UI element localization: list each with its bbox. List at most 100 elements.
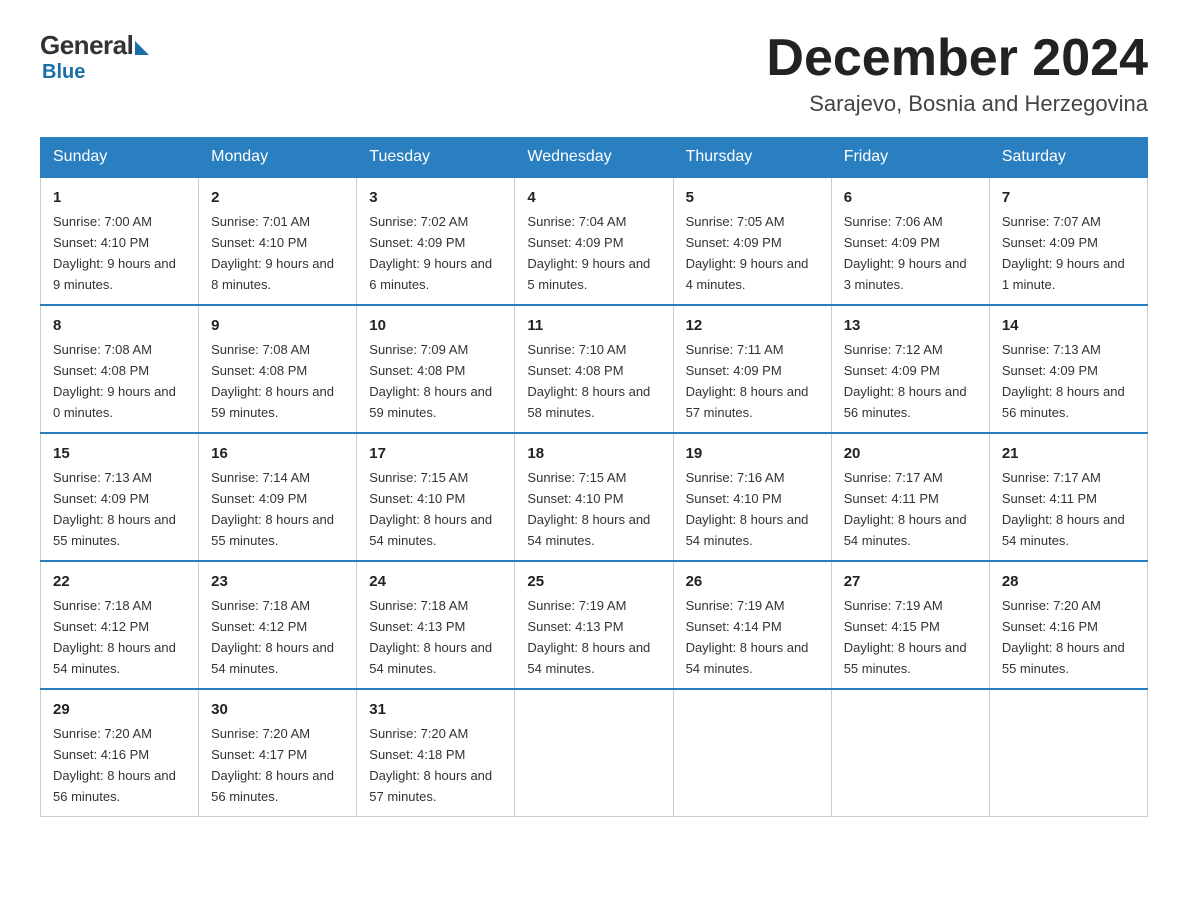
day-number: 10	[369, 314, 502, 337]
day-number: 31	[369, 698, 502, 721]
day-number: 25	[527, 570, 660, 593]
table-row: 5 Sunrise: 7:05 AMSunset: 4:09 PMDayligh…	[673, 177, 831, 305]
day-info: Sunrise: 7:15 AMSunset: 4:10 PMDaylight:…	[527, 470, 650, 548]
day-number: 24	[369, 570, 502, 593]
day-info: Sunrise: 7:19 AMSunset: 4:13 PMDaylight:…	[527, 598, 650, 676]
table-row: 6 Sunrise: 7:06 AMSunset: 4:09 PMDayligh…	[831, 177, 989, 305]
day-number: 3	[369, 186, 502, 209]
table-row	[831, 689, 989, 816]
day-info: Sunrise: 7:07 AMSunset: 4:09 PMDaylight:…	[1002, 214, 1125, 292]
day-number: 9	[211, 314, 344, 337]
day-info: Sunrise: 7:16 AMSunset: 4:10 PMDaylight:…	[686, 470, 809, 548]
day-number: 1	[53, 186, 186, 209]
calendar-week-row: 15 Sunrise: 7:13 AMSunset: 4:09 PMDaylig…	[41, 433, 1148, 561]
day-info: Sunrise: 7:06 AMSunset: 4:09 PMDaylight:…	[844, 214, 967, 292]
day-info: Sunrise: 7:11 AMSunset: 4:09 PMDaylight:…	[686, 342, 809, 420]
table-row: 16 Sunrise: 7:14 AMSunset: 4:09 PMDaylig…	[199, 433, 357, 561]
table-row: 27 Sunrise: 7:19 AMSunset: 4:15 PMDaylig…	[831, 561, 989, 689]
header-friday: Friday	[831, 138, 989, 178]
table-row: 24 Sunrise: 7:18 AMSunset: 4:13 PMDaylig…	[357, 561, 515, 689]
table-row: 3 Sunrise: 7:02 AMSunset: 4:09 PMDayligh…	[357, 177, 515, 305]
day-number: 20	[844, 442, 977, 465]
day-info: Sunrise: 7:20 AMSunset: 4:17 PMDaylight:…	[211, 726, 334, 804]
day-info: Sunrise: 7:08 AMSunset: 4:08 PMDaylight:…	[211, 342, 334, 420]
table-row: 12 Sunrise: 7:11 AMSunset: 4:09 PMDaylig…	[673, 305, 831, 433]
calendar-week-row: 22 Sunrise: 7:18 AMSunset: 4:12 PMDaylig…	[41, 561, 1148, 689]
table-row: 26 Sunrise: 7:19 AMSunset: 4:14 PMDaylig…	[673, 561, 831, 689]
day-number: 6	[844, 186, 977, 209]
table-row: 13 Sunrise: 7:12 AMSunset: 4:09 PMDaylig…	[831, 305, 989, 433]
table-row	[515, 689, 673, 816]
logo: General Blue	[40, 30, 149, 84]
day-info: Sunrise: 7:05 AMSunset: 4:09 PMDaylight:…	[686, 214, 809, 292]
day-info: Sunrise: 7:08 AMSunset: 4:08 PMDaylight:…	[53, 342, 176, 420]
calendar-table: Sunday Monday Tuesday Wednesday Thursday…	[40, 137, 1148, 817]
day-number: 13	[844, 314, 977, 337]
table-row: 21 Sunrise: 7:17 AMSunset: 4:11 PMDaylig…	[989, 433, 1147, 561]
day-number: 16	[211, 442, 344, 465]
table-row: 31 Sunrise: 7:20 AMSunset: 4:18 PMDaylig…	[357, 689, 515, 816]
day-number: 5	[686, 186, 819, 209]
logo-triangle-icon	[135, 41, 149, 55]
day-number: 27	[844, 570, 977, 593]
table-row: 19 Sunrise: 7:16 AMSunset: 4:10 PMDaylig…	[673, 433, 831, 561]
header-monday: Monday	[199, 138, 357, 178]
day-number: 28	[1002, 570, 1135, 593]
table-row: 10 Sunrise: 7:09 AMSunset: 4:08 PMDaylig…	[357, 305, 515, 433]
day-number: 15	[53, 442, 186, 465]
day-info: Sunrise: 7:10 AMSunset: 4:08 PMDaylight:…	[527, 342, 650, 420]
header-wednesday: Wednesday	[515, 138, 673, 178]
day-info: Sunrise: 7:19 AMSunset: 4:15 PMDaylight:…	[844, 598, 967, 676]
table-row: 8 Sunrise: 7:08 AMSunset: 4:08 PMDayligh…	[41, 305, 199, 433]
logo-general-text: General	[40, 30, 133, 61]
day-info: Sunrise: 7:14 AMSunset: 4:09 PMDaylight:…	[211, 470, 334, 548]
table-row: 25 Sunrise: 7:19 AMSunset: 4:13 PMDaylig…	[515, 561, 673, 689]
calendar-week-row: 29 Sunrise: 7:20 AMSunset: 4:16 PMDaylig…	[41, 689, 1148, 816]
month-title: December 2024	[766, 30, 1148, 87]
day-number: 17	[369, 442, 502, 465]
day-number: 12	[686, 314, 819, 337]
calendar-week-row: 1 Sunrise: 7:00 AMSunset: 4:10 PMDayligh…	[41, 177, 1148, 305]
table-row: 29 Sunrise: 7:20 AMSunset: 4:16 PMDaylig…	[41, 689, 199, 816]
table-row: 7 Sunrise: 7:07 AMSunset: 4:09 PMDayligh…	[989, 177, 1147, 305]
day-number: 7	[1002, 186, 1135, 209]
location-text: Sarajevo, Bosnia and Herzegovina	[766, 91, 1148, 117]
day-info: Sunrise: 7:04 AMSunset: 4:09 PMDaylight:…	[527, 214, 650, 292]
day-info: Sunrise: 7:18 AMSunset: 4:12 PMDaylight:…	[211, 598, 334, 676]
day-info: Sunrise: 7:17 AMSunset: 4:11 PMDaylight:…	[844, 470, 967, 548]
day-info: Sunrise: 7:18 AMSunset: 4:13 PMDaylight:…	[369, 598, 492, 676]
table-row: 1 Sunrise: 7:00 AMSunset: 4:10 PMDayligh…	[41, 177, 199, 305]
table-row: 22 Sunrise: 7:18 AMSunset: 4:12 PMDaylig…	[41, 561, 199, 689]
calendar-week-row: 8 Sunrise: 7:08 AMSunset: 4:08 PMDayligh…	[41, 305, 1148, 433]
header-thursday: Thursday	[673, 138, 831, 178]
day-info: Sunrise: 7:09 AMSunset: 4:08 PMDaylight:…	[369, 342, 492, 420]
table-row: 28 Sunrise: 7:20 AMSunset: 4:16 PMDaylig…	[989, 561, 1147, 689]
table-row: 30 Sunrise: 7:20 AMSunset: 4:17 PMDaylig…	[199, 689, 357, 816]
table-row: 2 Sunrise: 7:01 AMSunset: 4:10 PMDayligh…	[199, 177, 357, 305]
table-row: 9 Sunrise: 7:08 AMSunset: 4:08 PMDayligh…	[199, 305, 357, 433]
table-row	[989, 689, 1147, 816]
header-tuesday: Tuesday	[357, 138, 515, 178]
table-row: 18 Sunrise: 7:15 AMSunset: 4:10 PMDaylig…	[515, 433, 673, 561]
header-sunday: Sunday	[41, 138, 199, 178]
day-number: 2	[211, 186, 344, 209]
title-section: December 2024 Sarajevo, Bosnia and Herze…	[766, 30, 1148, 117]
table-row: 15 Sunrise: 7:13 AMSunset: 4:09 PMDaylig…	[41, 433, 199, 561]
day-info: Sunrise: 7:19 AMSunset: 4:14 PMDaylight:…	[686, 598, 809, 676]
table-row: 14 Sunrise: 7:13 AMSunset: 4:09 PMDaylig…	[989, 305, 1147, 433]
day-info: Sunrise: 7:20 AMSunset: 4:16 PMDaylight:…	[1002, 598, 1125, 676]
table-row: 23 Sunrise: 7:18 AMSunset: 4:12 PMDaylig…	[199, 561, 357, 689]
day-info: Sunrise: 7:20 AMSunset: 4:18 PMDaylight:…	[369, 726, 492, 804]
day-number: 30	[211, 698, 344, 721]
day-info: Sunrise: 7:13 AMSunset: 4:09 PMDaylight:…	[53, 470, 176, 548]
day-number: 14	[1002, 314, 1135, 337]
day-number: 8	[53, 314, 186, 337]
day-number: 21	[1002, 442, 1135, 465]
day-number: 18	[527, 442, 660, 465]
day-number: 19	[686, 442, 819, 465]
day-number: 26	[686, 570, 819, 593]
day-number: 4	[527, 186, 660, 209]
header-saturday: Saturday	[989, 138, 1147, 178]
day-info: Sunrise: 7:15 AMSunset: 4:10 PMDaylight:…	[369, 470, 492, 548]
day-number: 11	[527, 314, 660, 337]
